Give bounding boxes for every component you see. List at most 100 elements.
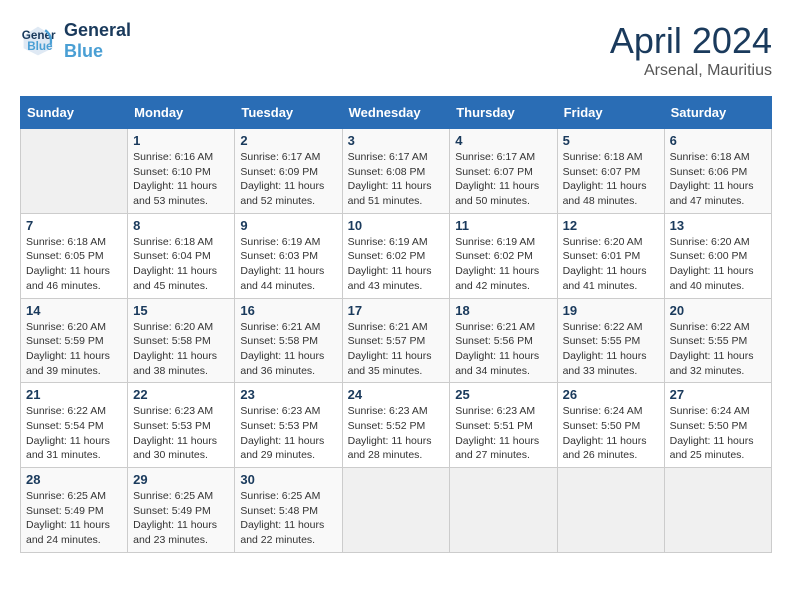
day-number: 3 <box>348 133 445 148</box>
day-number: 26 <box>563 387 659 402</box>
header-monday: Monday <box>128 97 235 129</box>
day-info: Sunrise: 6:21 AM Sunset: 5:58 PM Dayligh… <box>240 320 336 379</box>
calendar-week-3: 14 Sunrise: 6:20 AM Sunset: 5:59 PM Dayli… <box>21 298 772 383</box>
day-info: Sunrise: 6:16 AM Sunset: 6:10 PM Dayligh… <box>133 150 229 209</box>
calendar-cell: 14 Sunrise: 6:20 AM Sunset: 5:59 PM Dayli… <box>21 298 128 383</box>
calendar-cell: 2 Sunrise: 6:17 AM Sunset: 6:09 PM Daylig… <box>235 129 342 214</box>
day-info: Sunrise: 6:17 AM Sunset: 6:08 PM Dayligh… <box>348 150 445 209</box>
day-info: Sunrise: 6:17 AM Sunset: 6:07 PM Dayligh… <box>455 150 551 209</box>
header-wednesday: Wednesday <box>342 97 450 129</box>
day-number: 27 <box>670 387 766 402</box>
calendar-cell: 23Sunrise: 6:23 AM Sunset: 5:53 PM Dayli… <box>235 383 342 468</box>
calendar-cell <box>342 468 450 553</box>
day-number: 5 <box>563 133 659 148</box>
calendar-cell <box>557 468 664 553</box>
day-number: 18 <box>455 303 551 318</box>
calendar-header-row: SundayMondayTuesdayWednesdayThursdayFrid… <box>21 97 772 129</box>
calendar-cell: 1 Sunrise: 6:16 AM Sunset: 6:10 PM Daylig… <box>128 129 235 214</box>
day-info: Sunrise: 6:19 AM Sunset: 6:02 PM Dayligh… <box>348 235 445 294</box>
calendar-week-4: 21 Sunrise: 6:22 AM Sunset: 5:54 PM Dayli… <box>21 383 772 468</box>
day-number: 11 <box>455 218 551 233</box>
calendar-table: SundayMondayTuesdayWednesdayThursdayFrid… <box>20 96 772 553</box>
day-number: 10 <box>348 218 445 233</box>
day-number: 6 <box>670 133 766 148</box>
calendar-cell: 26 Sunrise: 6:24 AM Sunset: 5:50 PM Dayli… <box>557 383 664 468</box>
day-number: 29 <box>133 472 229 487</box>
header-thursday: Thursday <box>450 97 557 129</box>
calendar-cell: 10 Sunrise: 6:19 AM Sunset: 6:02 PM Dayli… <box>342 213 450 298</box>
day-number: 4 <box>455 133 551 148</box>
day-info: Sunrise: 6:23 AM Sunset: 5:52 PM Dayligh… <box>348 404 445 463</box>
day-info: Sunrise: 6:20 AM Sunset: 5:59 PM Dayligh… <box>26 320 122 379</box>
day-number: 21 <box>26 387 122 402</box>
day-number: 15 <box>133 303 229 318</box>
svg-text:Blue: Blue <box>27 40 53 53</box>
day-info: Sunrise: 6:24 AM Sunset: 5:50 PM Dayligh… <box>563 404 659 463</box>
logo-icon: General Blue <box>20 23 56 59</box>
calendar-cell: 3 Sunrise: 6:17 AM Sunset: 6:08 PM Daylig… <box>342 129 450 214</box>
day-info: Sunrise: 6:22 AM Sunset: 5:54 PM Dayligh… <box>26 404 122 463</box>
day-number: 22 <box>133 387 229 402</box>
calendar-cell <box>664 468 771 553</box>
day-number: 9 <box>240 218 336 233</box>
calendar-cell: 27 Sunrise: 6:24 AM Sunset: 5:50 PM Dayli… <box>664 383 771 468</box>
day-number: 24 <box>348 387 445 402</box>
day-info: Sunrise: 6:21 AM Sunset: 5:56 PM Dayligh… <box>455 320 551 379</box>
calendar-body: 1 Sunrise: 6:16 AM Sunset: 6:10 PM Daylig… <box>21 129 772 553</box>
calendar-cell: 25Sunrise: 6:23 AM Sunset: 5:51 PM Dayli… <box>450 383 557 468</box>
calendar-cell: 11 Sunrise: 6:19 AM Sunset: 6:02 PM Dayli… <box>450 213 557 298</box>
calendar-cell: 6 Sunrise: 6:18 AM Sunset: 6:06 PM Daylig… <box>664 129 771 214</box>
day-number: 16 <box>240 303 336 318</box>
day-info: Sunrise: 6:18 AM Sunset: 6:07 PM Dayligh… <box>563 150 659 209</box>
day-info: Sunrise: 6:25 AM Sunset: 5:49 PM Dayligh… <box>133 489 229 548</box>
day-number: 12 <box>563 218 659 233</box>
calendar-cell: 22Sunrise: 6:23 AM Sunset: 5:53 PM Dayli… <box>128 383 235 468</box>
logo-text-blue: Blue <box>64 41 131 62</box>
location-subtitle: Arsenal, Mauritius <box>610 62 772 80</box>
day-info: Sunrise: 6:19 AM Sunset: 6:02 PM Dayligh… <box>455 235 551 294</box>
day-info: Sunrise: 6:22 AM Sunset: 5:55 PM Dayligh… <box>670 320 766 379</box>
calendar-cell: 15 Sunrise: 6:20 AM Sunset: 5:58 PM Dayli… <box>128 298 235 383</box>
calendar-cell <box>21 129 128 214</box>
calendar-cell: 17Sunrise: 6:21 AM Sunset: 5:57 PM Dayli… <box>342 298 450 383</box>
day-info: Sunrise: 6:20 AM Sunset: 5:58 PM Dayligh… <box>133 320 229 379</box>
day-number: 20 <box>670 303 766 318</box>
calendar-cell: 21 Sunrise: 6:22 AM Sunset: 5:54 PM Dayli… <box>21 383 128 468</box>
calendar-cell: 5 Sunrise: 6:18 AM Sunset: 6:07 PM Daylig… <box>557 129 664 214</box>
day-info: Sunrise: 6:24 AM Sunset: 5:50 PM Dayligh… <box>670 404 766 463</box>
calendar-cell: 29 Sunrise: 6:25 AM Sunset: 5:49 PM Dayli… <box>128 468 235 553</box>
header-tuesday: Tuesday <box>235 97 342 129</box>
day-number: 30 <box>240 472 336 487</box>
calendar-cell: 8Sunrise: 6:18 AM Sunset: 6:04 PM Daylig… <box>128 213 235 298</box>
day-number: 13 <box>670 218 766 233</box>
day-number: 19 <box>563 303 659 318</box>
day-number: 2 <box>240 133 336 148</box>
calendar-cell: 19Sunrise: 6:22 AM Sunset: 5:55 PM Dayli… <box>557 298 664 383</box>
calendar-cell: 28 Sunrise: 6:25 AM Sunset: 5:49 PM Dayli… <box>21 468 128 553</box>
day-number: 28 <box>26 472 122 487</box>
calendar-cell: 16 Sunrise: 6:21 AM Sunset: 5:58 PM Dayli… <box>235 298 342 383</box>
page-header: General Blue General Blue April 2024 Ars… <box>20 20 772 80</box>
calendar-cell: 12 Sunrise: 6:20 AM Sunset: 6:01 PM Dayli… <box>557 213 664 298</box>
header-saturday: Saturday <box>664 97 771 129</box>
header-friday: Friday <box>557 97 664 129</box>
day-number: 14 <box>26 303 122 318</box>
month-title: April 2024 <box>610 20 772 62</box>
day-info: Sunrise: 6:18 AM Sunset: 6:06 PM Dayligh… <box>670 150 766 209</box>
calendar-cell: 30 Sunrise: 6:25 AM Sunset: 5:48 PM Dayli… <box>235 468 342 553</box>
day-number: 1 <box>133 133 229 148</box>
calendar-cell: 7Sunrise: 6:18 AM Sunset: 6:05 PM Daylig… <box>21 213 128 298</box>
day-info: Sunrise: 6:21 AM Sunset: 5:57 PM Dayligh… <box>348 320 445 379</box>
day-info: Sunrise: 6:25 AM Sunset: 5:49 PM Dayligh… <box>26 489 122 548</box>
day-number: 23 <box>240 387 336 402</box>
day-info: Sunrise: 6:17 AM Sunset: 6:09 PM Dayligh… <box>240 150 336 209</box>
day-info: Sunrise: 6:20 AM Sunset: 6:01 PM Dayligh… <box>563 235 659 294</box>
calendar-cell: 13Sunrise: 6:20 AM Sunset: 6:00 PM Dayli… <box>664 213 771 298</box>
title-block: April 2024 Arsenal, Mauritius <box>610 20 772 80</box>
day-number: 8 <box>133 218 229 233</box>
calendar-cell: 9Sunrise: 6:19 AM Sunset: 6:03 PM Daylig… <box>235 213 342 298</box>
day-number: 25 <box>455 387 551 402</box>
calendar-week-5: 28 Sunrise: 6:25 AM Sunset: 5:49 PM Dayli… <box>21 468 772 553</box>
calendar-cell: 18 Sunrise: 6:21 AM Sunset: 5:56 PM Dayli… <box>450 298 557 383</box>
day-info: Sunrise: 6:25 AM Sunset: 5:48 PM Dayligh… <box>240 489 336 548</box>
